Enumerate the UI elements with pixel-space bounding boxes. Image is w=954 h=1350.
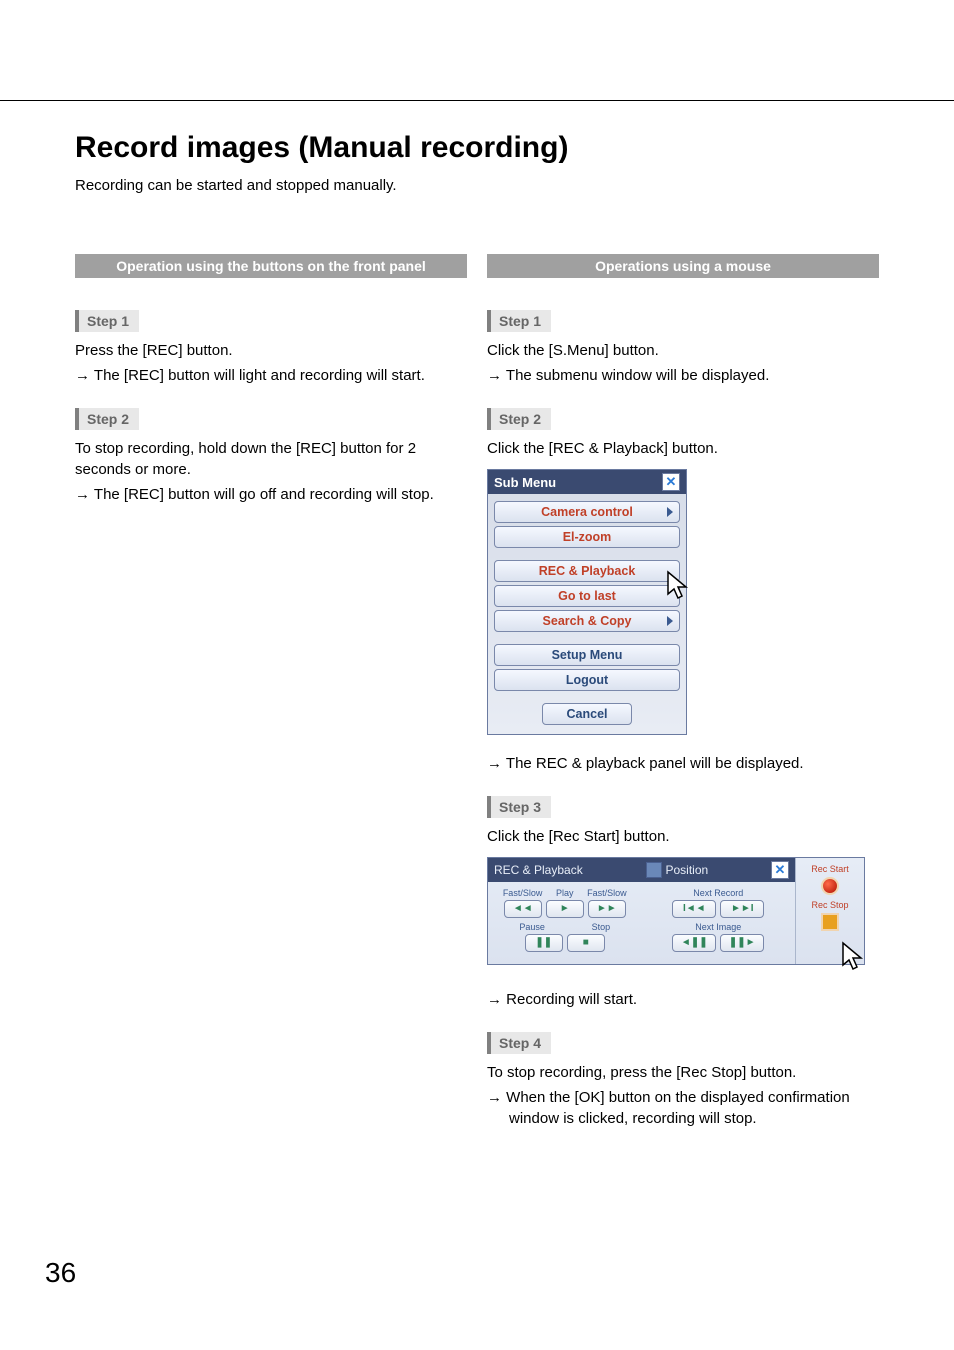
page-content: Record images (Manual recording) Recordi… [0, 101, 954, 1137]
stop-label: Stop [592, 922, 611, 932]
play-button[interactable]: ► [546, 900, 584, 918]
r-step4-label: Step 4 [487, 1032, 551, 1054]
pause-label: Pause [519, 922, 545, 932]
r-step1-result: The submenu window will be displayed. [487, 365, 879, 386]
cursor-icon [841, 941, 867, 971]
sub-menu-window: Sub Menu ✕ Camera control El-zoom REC & … [487, 469, 687, 735]
pause-button[interactable]: ❚❚ [525, 934, 563, 952]
fast-forward-button[interactable]: ►► [588, 900, 626, 918]
intro-text: Recording can be started and stopped man… [75, 177, 879, 194]
r-step3-result: Recording will start. [487, 989, 879, 1010]
left-column: Operation using the buttons on the front… [75, 254, 467, 1137]
sub-menu-titlebar: Sub Menu ✕ [488, 470, 686, 494]
r-step3-label: Step 3 [487, 796, 551, 818]
r-step1-label: Step 1 [487, 310, 551, 332]
play-label: Play [556, 888, 574, 898]
search-copy-button[interactable]: Search & Copy [494, 610, 680, 632]
go-to-last-button[interactable]: Go to last [494, 585, 680, 607]
front-panel-section-heading: Operation using the buttons on the front… [75, 254, 467, 278]
prev-image-button[interactable]: ◄❚❚ [672, 934, 716, 952]
rec-start-label: Rec Start [800, 864, 860, 874]
setup-menu-button[interactable]: Setup Menu [494, 644, 680, 666]
camera-control-button[interactable]: Camera control [494, 501, 680, 523]
rec-stop-button[interactable] [821, 913, 839, 931]
step2-label: Step 2 [75, 408, 139, 430]
next-record-button[interactable]: ►►I [720, 900, 764, 918]
step2-text: To stop recording, hold down the [REC] b… [75, 438, 467, 480]
r-step2-text: Click the [REC & Playback] button. [487, 438, 879, 459]
rec-playback-panel-wrap: REC & Playback Position ✕ Fast/Slow [487, 857, 865, 965]
close-icon[interactable]: ✕ [771, 861, 789, 879]
chevron-right-icon [667, 507, 673, 517]
step2-result: The [REC] button will go off and recordi… [75, 484, 467, 505]
fast-slow-left-label: Fast/Slow [503, 888, 543, 898]
close-icon[interactable]: ✕ [662, 473, 680, 491]
camera-control-label: Camera control [541, 505, 633, 519]
r-step2-result: The REC & playback panel will be display… [487, 753, 879, 774]
page-number: 36 [0, 1257, 954, 1319]
chevron-right-icon [667, 616, 673, 626]
rec-playback-titlebar: REC & Playback Position ✕ [488, 858, 795, 882]
next-image-button[interactable]: ❚❚► [720, 934, 764, 952]
stop-button[interactable]: ■ [567, 934, 605, 952]
el-zoom-button[interactable]: El-zoom [494, 526, 680, 548]
cursor-icon [666, 570, 692, 600]
position-label: Position [666, 863, 709, 877]
search-copy-label: Search & Copy [543, 614, 632, 628]
step1-text: Press the [REC] button. [75, 340, 467, 361]
r-step4-result: When the [OK] button on the displayed co… [487, 1087, 879, 1129]
sub-menu-title-text: Sub Menu [494, 475, 556, 490]
rewind-button[interactable]: ◄◄ [504, 900, 542, 918]
r-step1-text: Click the [S.Menu] button. [487, 340, 879, 361]
r-step4-text: To stop recording, press the [Rec Stop] … [487, 1062, 879, 1083]
next-image-label: Next Image [695, 922, 741, 932]
cancel-button[interactable]: Cancel [542, 703, 632, 725]
logout-button[interactable]: Logout [494, 669, 680, 691]
r-step3-text: Click the [Rec Start] button. [487, 826, 879, 847]
fast-slow-right-label: Fast/Slow [587, 888, 627, 898]
rec-start-button[interactable] [821, 877, 839, 895]
rec-stop-label: Rec Stop [800, 900, 860, 910]
rec-playback-button[interactable]: REC & Playback [494, 560, 680, 582]
rec-playback-panel: REC & Playback Position ✕ Fast/Slow [487, 857, 865, 965]
rec-playback-title-text: REC & Playback [494, 863, 583, 877]
right-column: Operations using a mouse Step 1 Click th… [487, 254, 879, 1137]
page-title: Record images (Manual recording) [75, 131, 879, 165]
two-column-layout: Operation using the buttons on the front… [75, 254, 879, 1137]
prev-record-button[interactable]: I◄◄ [672, 900, 716, 918]
mouse-section-heading: Operations using a mouse [487, 254, 879, 278]
position-icon[interactable] [646, 862, 662, 878]
r-step2-label: Step 2 [487, 408, 551, 430]
step1-result: The [REC] button will light and recordin… [75, 365, 467, 386]
next-record-label: Next Record [693, 888, 743, 898]
step1-label: Step 1 [75, 310, 139, 332]
